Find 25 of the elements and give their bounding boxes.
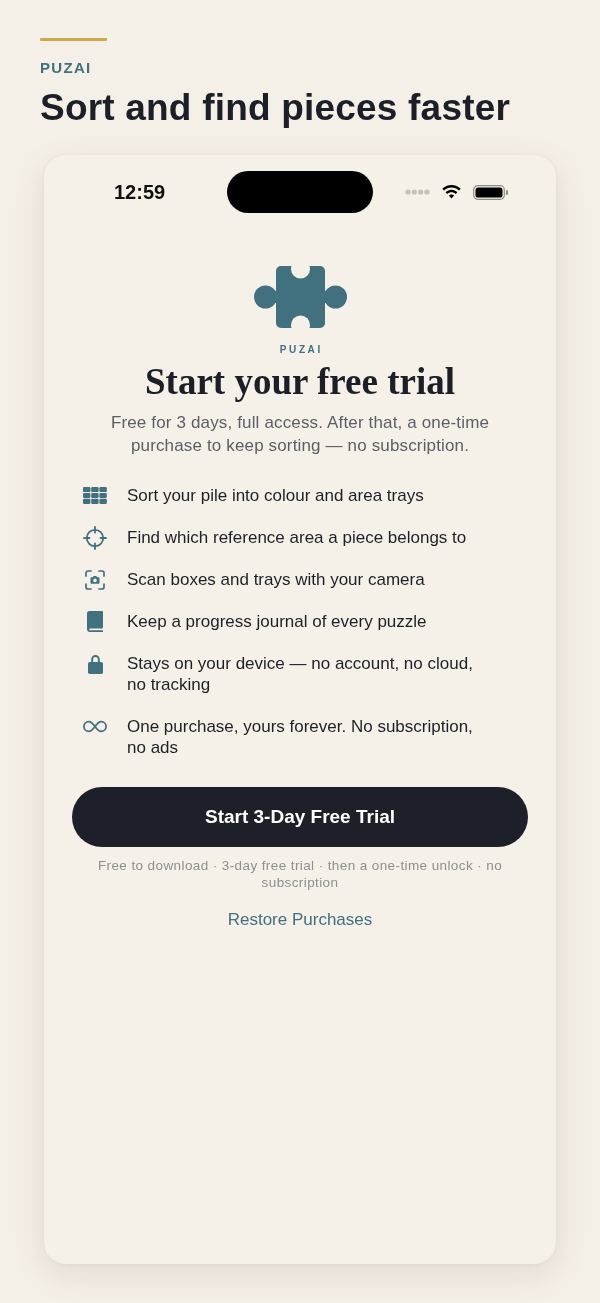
feature-text: Stays on your device — no account, no cloud, no tracking xyxy=(127,653,474,695)
eyebrow-label: PUZAI xyxy=(40,59,92,77)
status-time: 12:59 xyxy=(114,180,166,204)
feature-text: One purchase, yours forever. No subscription, no ads xyxy=(127,716,474,758)
feature-text: Sort your pile into colour and area trays xyxy=(127,485,424,506)
lock-icon xyxy=(87,653,103,674)
signal-icon xyxy=(405,189,430,195)
battery-icon xyxy=(473,184,508,200)
restore-purchases-link[interactable]: Restore Purchases xyxy=(227,909,373,931)
paywall-subtitle: Free for 3 days, full access. After that, a one-time purchase to keep sorting — no subscription. xyxy=(109,412,491,457)
wifi-icon xyxy=(442,185,461,199)
paywall-title: Start your free trial xyxy=(145,361,455,403)
start-trial-button[interactable]: Start 3-Day Free Trial xyxy=(72,787,528,847)
crosshair-icon xyxy=(83,525,107,550)
feature-text: Scan boxes and trays with your camera xyxy=(127,569,425,590)
feature-text: Find which reference area a piece belongs to xyxy=(127,527,467,548)
accent-rule xyxy=(40,38,107,41)
book-icon xyxy=(86,611,104,632)
fine-print: Free to download · 3-day free trial · then a one-time unlock · no subscription xyxy=(96,857,504,891)
grid-icon xyxy=(83,487,107,504)
page-title: Sort and find pieces faster xyxy=(40,88,511,128)
infinity-icon xyxy=(83,720,107,733)
brand-name: PUZAI xyxy=(278,344,323,355)
feature-text: Keep a progress journal of every puzzle xyxy=(127,611,427,632)
camera-scan-icon xyxy=(85,569,105,590)
